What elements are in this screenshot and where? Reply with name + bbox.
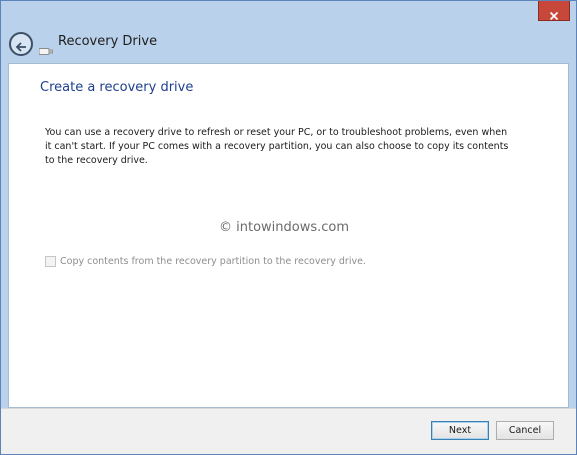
watermark-text: © intowindows.com <box>219 220 350 235</box>
copy-partition-checkbox[interactable] <box>45 256 56 267</box>
close-icon <box>549 6 559 20</box>
window-title: Recovery Drive <box>58 34 158 49</box>
copy-partition-label: Copy contents from the recovery partitio… <box>60 256 366 267</box>
close-button[interactable] <box>538 1 570 21</box>
button-bar: Next Cancel <box>1 408 576 454</box>
content-panel: Create a recovery drive You can use a re… <box>8 63 569 408</box>
recovery-drive-window: Recovery Drive Create a recovery drive Y… <box>0 0 577 455</box>
next-button[interactable]: Next <box>431 421 489 440</box>
back-arrow-icon <box>15 38 27 52</box>
usb-drive-icon <box>38 40 53 55</box>
back-button[interactable] <box>9 32 33 56</box>
title-bar: Recovery Drive <box>1 1 576 63</box>
cancel-button[interactable]: Cancel <box>496 421 554 440</box>
description-text: You can use a recovery drive to refresh … <box>45 127 509 166</box>
page-heading: Create a recovery drive <box>40 80 194 95</box>
copy-partition-option[interactable]: Copy contents from the recovery partitio… <box>45 256 366 267</box>
